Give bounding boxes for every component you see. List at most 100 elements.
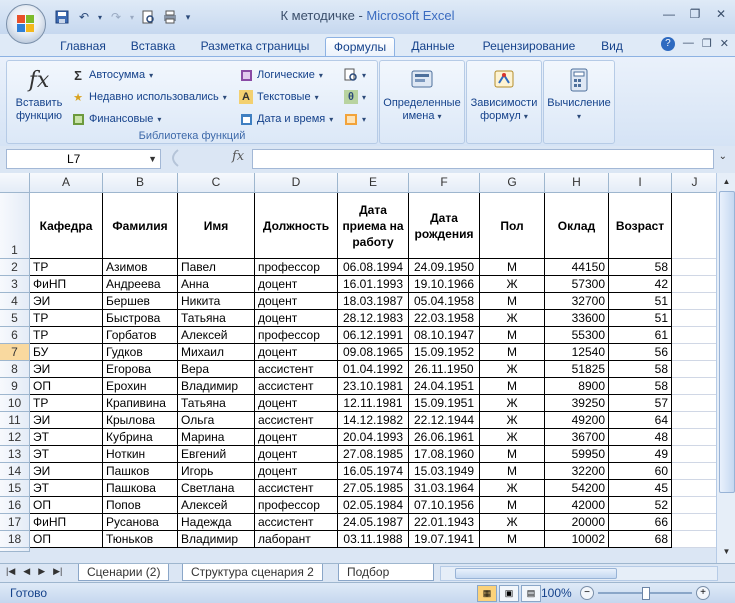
cell-hired[interactable]: 27.08.1985 (338, 446, 409, 463)
empty-cell[interactable] (672, 310, 718, 327)
cell-dept[interactable]: ТР (30, 327, 103, 344)
horizontal-scroll-thumb[interactable] (455, 568, 617, 579)
row-header[interactable]: 10 (0, 395, 30, 412)
formula-auditing-button[interactable]: Зависимости формул ▾ (469, 65, 539, 123)
select-all-corner[interactable] (0, 173, 30, 193)
empty-cell[interactable] (672, 361, 718, 378)
cell-age[interactable]: 51 (609, 310, 672, 327)
cell-hired[interactable]: 03.11.1988 (338, 531, 409, 548)
cell-dept[interactable]: ФиНП (30, 276, 103, 293)
last-sheet-icon[interactable]: ▶| (53, 566, 62, 577)
row-header[interactable]: 2 (0, 259, 30, 276)
cell-salary[interactable]: 10002 (545, 531, 609, 548)
scroll-down-icon[interactable]: ▼ (720, 545, 733, 559)
first-sheet-icon[interactable]: |◀ (6, 566, 15, 577)
cell-first[interactable]: Евгений (178, 446, 255, 463)
row-header[interactable] (0, 548, 30, 552)
cell-age[interactable]: 66 (609, 514, 672, 531)
empty-cell[interactable] (672, 531, 718, 548)
sheet-tab-goal-seek[interactable]: Подбор парам (338, 564, 434, 581)
zoom-out-icon[interactable]: − (580, 586, 594, 600)
cell-first[interactable]: Алексей (178, 327, 255, 344)
cell-pos[interactable]: ассистент (255, 480, 338, 497)
cell-hired[interactable]: 16.05.1974 (338, 463, 409, 480)
cell-dept[interactable]: ОП (30, 497, 103, 514)
empty-cell[interactable] (672, 193, 718, 259)
recently-used-button[interactable]: ★ Недавно использовались ▾ (71, 88, 227, 106)
column-header-j[interactable]: J (672, 173, 718, 193)
formula-auditing-group[interactable]: Зависимости формул ▾ (466, 60, 542, 144)
defined-names-group[interactable]: Определенные имена ▾ (379, 60, 465, 144)
cell-last[interactable]: Быстрова (103, 310, 178, 327)
empty-cell[interactable] (672, 293, 718, 310)
cell-age[interactable]: 58 (609, 259, 672, 276)
cell-age[interactable]: 42 (609, 276, 672, 293)
cell-pos[interactable]: профессор (255, 327, 338, 344)
cell-pos[interactable]: лаборант (255, 531, 338, 548)
cell-last[interactable]: Ноткин (103, 446, 178, 463)
cell-dept[interactable]: ЭТ (30, 429, 103, 446)
empty-cell[interactable] (672, 497, 718, 514)
restore-icon[interactable]: ❐ (685, 6, 705, 22)
row-header[interactable]: 16 (0, 497, 30, 514)
cell-hired[interactable]: 16.01.1993 (338, 276, 409, 293)
cell-salary[interactable]: 57300 (545, 276, 609, 293)
cell-first[interactable]: Татьяна (178, 395, 255, 412)
cell-first[interactable]: Татьяна (178, 310, 255, 327)
more-functions-button[interactable]: ▾ (344, 110, 366, 128)
cell-pos[interactable]: доцент (255, 395, 338, 412)
cell-first[interactable]: Ольга (178, 412, 255, 429)
cell-born[interactable]: 22.01.1943 (409, 514, 480, 531)
ribbon-restore-icon[interactable]: ❐ (702, 37, 712, 51)
cell-pos[interactable]: доцент (255, 429, 338, 446)
cell-born[interactable]: 24.04.1951 (409, 378, 480, 395)
cell-first[interactable]: Никита (178, 293, 255, 310)
math-trig-button[interactable]: θ ▾ (344, 88, 366, 106)
column-header-h[interactable]: H (545, 173, 609, 193)
cell-born[interactable]: 15.03.1949 (409, 463, 480, 480)
cell-dept[interactable]: ЭТ (30, 446, 103, 463)
zoom-slider[interactable]: − + (580, 586, 710, 600)
row-header[interactable]: 5 (0, 310, 30, 327)
cell-age[interactable]: 45 (609, 480, 672, 497)
cell-hired[interactable]: 12.11.1981 (338, 395, 409, 412)
empty-cell[interactable] (672, 276, 718, 293)
cell-last[interactable]: Попов (103, 497, 178, 514)
name-box-dropdown-icon[interactable]: ▼ (148, 150, 157, 168)
cell-hired[interactable]: 24.05.1987 (338, 514, 409, 531)
sheet-tab-scenarios-2[interactable]: Сценарии (2) (78, 564, 170, 581)
column-header-i[interactable]: I (609, 173, 672, 193)
defined-names-button[interactable]: Определенные имена ▾ (382, 65, 462, 123)
row-header[interactable]: 14 (0, 463, 30, 480)
cell-born[interactable]: 26.06.1961 (409, 429, 480, 446)
ribbon-close-icon[interactable]: ✕ (720, 37, 729, 51)
tab-formulas[interactable]: Формулы (325, 37, 395, 57)
cell-dept[interactable]: ТР (30, 395, 103, 412)
cell-dept[interactable]: ЭИ (30, 412, 103, 429)
cell-salary[interactable]: 59950 (545, 446, 609, 463)
cell-pos[interactable]: ассистент (255, 378, 338, 395)
column-header-a[interactable]: A (30, 173, 103, 193)
cell-born[interactable]: 26.11.1950 (409, 361, 480, 378)
autosum-button[interactable]: Σ Автосумма ▾ (71, 66, 153, 84)
help-icon[interactable]: ? (660, 37, 675, 51)
cell-salary[interactable]: 55300 (545, 327, 609, 344)
page-layout-view-icon[interactable]: ▣ (499, 585, 519, 602)
cell-born[interactable]: 15.09.1951 (409, 395, 480, 412)
cell-sex[interactable]: Ж (480, 412, 545, 429)
empty-cell[interactable] (672, 429, 718, 446)
cell-last[interactable]: Гудков (103, 344, 178, 361)
cell-last[interactable]: Кубрина (103, 429, 178, 446)
cell-salary[interactable]: 32200 (545, 463, 609, 480)
column-header-b[interactable]: B (103, 173, 178, 193)
cell-salary[interactable]: 32700 (545, 293, 609, 310)
cell-dept[interactable]: ЭИ (30, 463, 103, 480)
logical-button[interactable]: Логические ▾ (239, 66, 323, 84)
cell-dept[interactable]: ФиНП (30, 514, 103, 531)
insert-function-button[interactable]: fx Вставить функцию (9, 65, 69, 123)
cell-sex[interactable]: Ж (480, 276, 545, 293)
calculation-group[interactable]: Вычисление ▾ (543, 60, 615, 144)
row-header[interactable]: 18 (0, 531, 30, 548)
zoom-slider-knob[interactable] (642, 587, 650, 600)
cell-last[interactable]: Русанова (103, 514, 178, 531)
